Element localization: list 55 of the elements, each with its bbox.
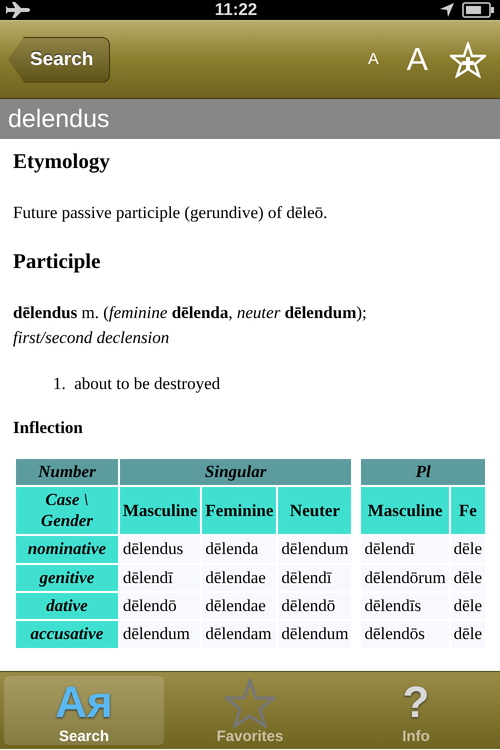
tab-glyph-icon: Aя — [55, 678, 113, 728]
table-header-cell: Feminine — [202, 487, 276, 534]
table-cell: dēlendī — [120, 564, 200, 591]
row-header-cell: genitive — [16, 564, 118, 591]
tab-bar-item[interactable]: Favorites — [170, 676, 330, 745]
table-cell: dēlenda — [202, 536, 276, 563]
location-arrow-icon — [440, 3, 454, 17]
row-header-cell: accusative — [16, 621, 118, 648]
table-cell: dēlendum — [278, 536, 352, 563]
table-cell: dēlendō — [278, 592, 352, 620]
table-cell: dēlendum — [278, 621, 352, 648]
table-cell: dēlendīs — [361, 592, 449, 620]
etymology-text: Future passive participle (gerundive) of dēleō. — [13, 202, 328, 224]
declension-note: first/second declension — [13, 327, 170, 349]
table-header-cell: Case \ Gender — [16, 487, 118, 534]
table-cell: dēle — [450, 536, 485, 563]
tab-glyph-icon: ? — [402, 678, 430, 728]
table-header-cell: Number — [16, 459, 118, 486]
status-time: 11:22 — [214, 0, 258, 20]
entry-title: delendus — [0, 99, 500, 139]
headword-line: dēlendus m. (feminine dēlenda, neuter dēlendum); — [13, 302, 368, 324]
airplane-icon — [6, 2, 32, 18]
table-cell: dēlendī — [278, 564, 352, 591]
table-cell: dēle — [450, 621, 485, 648]
section-subheading: Inflection — [13, 418, 84, 438]
font-decrease-button[interactable]: A — [362, 50, 385, 70]
row-header-cell: dative — [16, 592, 118, 620]
row-header-cell: nominative — [16, 536, 118, 563]
table-cell: dēle — [450, 592, 485, 620]
table-header-cell: Singular — [120, 459, 352, 486]
table-header-cell: Masculine — [120, 487, 200, 534]
section-heading: Etymology — [13, 149, 111, 174]
table-cell: dēlendum — [120, 621, 200, 648]
definition-item: 1. about to be destroyed — [53, 372, 222, 395]
table-header-cell: Pl — [361, 459, 485, 486]
table-header-cell: Masculine — [361, 487, 449, 534]
table-cell: dēlendō — [120, 592, 200, 620]
table-cell: dēlendī — [361, 536, 449, 563]
table-cell: dēle — [450, 564, 485, 591]
tab-bar-item[interactable]: ? Info — [336, 676, 496, 745]
table-cell: dēlendam — [202, 621, 276, 648]
add-favorite-star-icon[interactable] — [450, 42, 486, 78]
star-icon — [225, 678, 275, 728]
section-heading: Participle — [13, 248, 102, 274]
font-increase-button[interactable]: A — [400, 40, 434, 79]
back-button[interactable]: Search — [8, 36, 110, 82]
table-cell: dēlendus — [120, 536, 200, 563]
table-cell: dēlendae — [202, 592, 276, 620]
tab-bar-item[interactable]: Aя Search — [4, 676, 164, 745]
table-cell: dēlendae — [202, 564, 276, 591]
table-header-cell: Neuter — [278, 487, 352, 534]
table-cell: dēlendōrum — [361, 564, 449, 591]
table-cell: dēlendōs — [361, 621, 449, 648]
table-header-cell: Fe — [450, 487, 485, 534]
battery-icon — [462, 2, 494, 18]
